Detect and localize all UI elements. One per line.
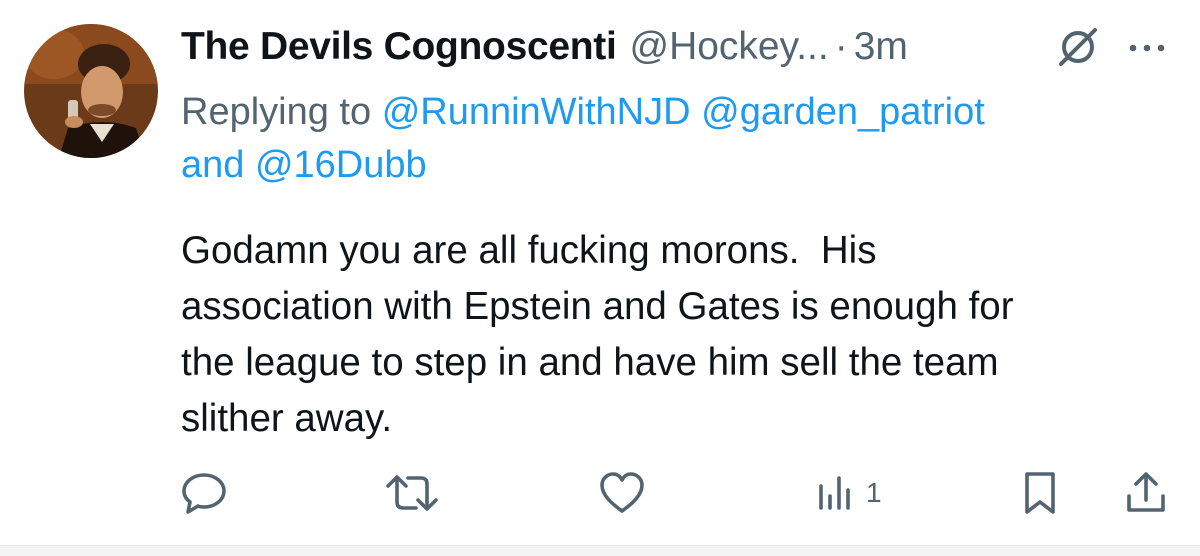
mention-link[interactable]: @garden_patriot <box>701 91 985 133</box>
replying-to-label: Replying to <box>181 91 372 133</box>
separator-dot: · <box>834 25 848 68</box>
mention-link[interactable]: @RunninWithNJD <box>382 91 691 133</box>
tweet-text-line: slither away. <box>181 397 393 440</box>
views-button[interactable]: 1 <box>816 470 882 516</box>
share-button[interactable] <box>1124 470 1168 516</box>
tweet-header: The Devils Cognoscenti @Hockey... · 3m <box>181 22 908 72</box>
bar-chart-icon <box>816 470 856 516</box>
reply-icon <box>180 470 228 516</box>
tweet-text-line: association with Epstein and Gates is en… <box>181 285 1014 328</box>
display-name[interactable]: The Devils Cognoscenti <box>181 25 617 69</box>
timestamp[interactable]: 3m <box>854 25 908 69</box>
view-count: 1 <box>866 477 882 508</box>
reply-button[interactable] <box>180 470 228 516</box>
tweet-card[interactable]: The Devils Cognoscenti @Hockey... · 3m R… <box>0 0 1200 545</box>
more-options-icon[interactable] <box>1127 34 1167 62</box>
like-button[interactable] <box>597 470 647 516</box>
bookmark-icon <box>1022 470 1058 516</box>
share-icon <box>1124 470 1168 516</box>
divider <box>0 545 1200 556</box>
avatar[interactable] <box>24 24 158 158</box>
user-handle[interactable]: @Hockey... <box>629 25 828 69</box>
retweet-icon <box>384 470 440 516</box>
retweet-button[interactable] <box>384 470 440 516</box>
tweet-text-line: the league to step in and have him sell … <box>181 341 999 384</box>
mention-link[interactable]: @16Dubb <box>255 144 427 186</box>
replying-to-line: Replying to @RunninWithNJD @garden_patri… <box>181 86 1141 192</box>
reply-conjunction: and <box>181 144 245 186</box>
tweet-text: Godamn you are all fucking morons. His a… <box>181 223 1171 447</box>
heart-icon <box>597 470 647 516</box>
tweet-text-line: Godamn you are all fucking morons. His <box>181 229 877 272</box>
grok-icon[interactable] <box>1056 27 1100 67</box>
bookmark-button[interactable] <box>1022 470 1058 516</box>
